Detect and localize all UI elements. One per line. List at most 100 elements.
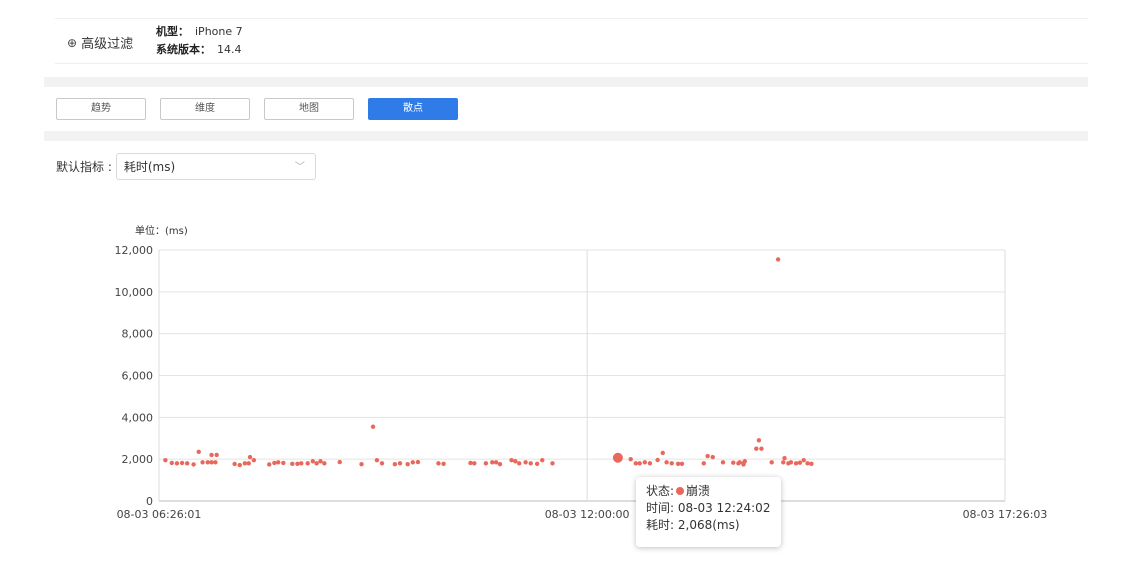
scatter-point[interactable] (441, 461, 446, 466)
scatter-point[interactable] (379, 461, 385, 466)
scatter-point[interactable] (710, 454, 715, 460)
scatter-point[interactable] (209, 460, 214, 465)
scatter-point[interactable] (237, 462, 242, 468)
scatter-point[interactable] (242, 461, 248, 466)
scatter-point[interactable] (397, 461, 403, 466)
scatter-point[interactable] (759, 446, 764, 451)
scatter-point[interactable] (550, 461, 555, 466)
x-tick-label: 08-03 06:26:01 (117, 508, 202, 521)
scatter-point[interactable] (781, 460, 786, 465)
scatter-point[interactable] (642, 460, 648, 465)
scatter-point[interactable] (756, 438, 762, 443)
scatter-point[interactable] (647, 461, 653, 466)
tooltip-cost-label: 耗时: (646, 518, 675, 532)
scatter-point[interactable] (272, 460, 277, 466)
scatter-point[interactable] (528, 461, 533, 466)
scatter-point[interactable] (669, 461, 674, 466)
scatter-point[interactable] (660, 450, 665, 456)
scatter-point[interactable] (281, 460, 286, 466)
scatter-point[interactable] (392, 461, 398, 467)
scatter-point[interactable] (468, 460, 473, 466)
scatter-point[interactable] (370, 424, 376, 429)
scatter-point[interactable] (185, 461, 190, 466)
scatter-point[interactable] (200, 460, 205, 465)
scatter-point[interactable] (314, 461, 319, 466)
tooltip-time-value: 08-03 12:24:02 (677, 501, 771, 515)
scatter-point[interactable] (299, 461, 304, 466)
scatter-point[interactable] (490, 460, 495, 465)
scatter-point[interactable] (655, 457, 660, 463)
scatter-point[interactable] (290, 461, 295, 466)
scatter-point[interactable] (267, 462, 272, 467)
scatter-point[interactable] (251, 458, 257, 463)
scatter-point[interactable] (405, 461, 410, 467)
scatter-point[interactable] (322, 461, 327, 466)
scatter-point[interactable] (628, 456, 633, 462)
scatter-point[interactable] (213, 460, 218, 465)
scatter-point[interactable] (410, 460, 415, 465)
scatter-point[interactable] (169, 460, 175, 466)
scatter-point-highlighted[interactable] (612, 452, 623, 463)
y-tick-label: 12,000 (115, 244, 154, 257)
scatter-point[interactable] (174, 461, 180, 466)
scatter-point[interactable] (232, 461, 237, 467)
scatter-point[interactable] (720, 460, 726, 465)
scatter-point[interactable] (769, 460, 774, 465)
scatter-point[interactable] (513, 459, 518, 464)
scatter-point[interactable] (276, 460, 281, 465)
scatter-point[interactable] (205, 460, 210, 465)
scatter-point[interactable] (483, 461, 489, 466)
scatter-point[interactable] (359, 461, 364, 467)
scatter-point[interactable] (247, 454, 253, 460)
scatter-point[interactable] (788, 460, 794, 465)
scatter-point[interactable] (534, 461, 540, 466)
scatter-point[interactable] (472, 461, 477, 466)
scatter-point[interactable] (436, 461, 441, 466)
y-tick-label: 2,000 (122, 453, 154, 466)
scatter-point[interactable] (209, 452, 214, 458)
scatter-point[interactable] (679, 461, 685, 466)
scatter-point[interactable] (633, 461, 639, 466)
scatter-point[interactable] (809, 461, 814, 466)
scatter-point[interactable] (805, 461, 810, 466)
scatter-point[interactable] (310, 459, 316, 464)
scatter-point[interactable] (337, 459, 342, 465)
scatter-point[interactable] (775, 257, 781, 262)
y-tick-label: 4,000 (122, 411, 154, 424)
scatter-point[interactable] (741, 461, 746, 466)
scatter-point[interactable] (415, 459, 421, 465)
scatter-point[interactable] (664, 460, 669, 465)
scatter-point[interactable] (701, 461, 706, 466)
scatter-point[interactable] (793, 461, 799, 466)
scatter-point[interactable] (516, 461, 522, 466)
scatter-point[interactable] (754, 446, 759, 451)
scatter-point[interactable] (737, 460, 742, 465)
scatter-point[interactable] (214, 452, 219, 458)
scatter-point[interactable] (179, 460, 185, 466)
scatter-point[interactable] (675, 461, 681, 466)
tooltip-status: 状态: 崩溃 (646, 483, 771, 500)
scatter-point[interactable] (523, 460, 528, 465)
scatter-point[interactable] (318, 459, 323, 464)
scatter-point[interactable] (705, 453, 710, 459)
scatter-point[interactable] (295, 461, 300, 466)
tooltip-time: 时间: 08-03 12:24:02 (646, 500, 771, 517)
scatter-point[interactable] (637, 461, 642, 466)
scatter-point[interactable] (497, 461, 503, 467)
y-tick-label: 8,000 (122, 328, 154, 341)
scatter-point[interactable] (731, 460, 736, 465)
scatter-point[interactable] (374, 458, 380, 463)
scatter-point[interactable] (493, 460, 499, 465)
scatter-point[interactable] (509, 458, 514, 463)
scatter-point[interactable] (196, 449, 201, 455)
scatter-point[interactable] (782, 455, 787, 461)
scatter-point[interactable] (797, 460, 803, 465)
scatter-point[interactable] (163, 458, 168, 463)
scatter-point[interactable] (305, 461, 310, 466)
scatter-point[interactable] (191, 462, 196, 467)
tooltip-time-label: 时间: (646, 501, 675, 515)
scatter-point[interactable] (246, 461, 251, 466)
scatter-point[interactable] (801, 458, 806, 463)
y-tick-label: 0 (146, 495, 153, 508)
scatter-point[interactable] (540, 458, 545, 463)
